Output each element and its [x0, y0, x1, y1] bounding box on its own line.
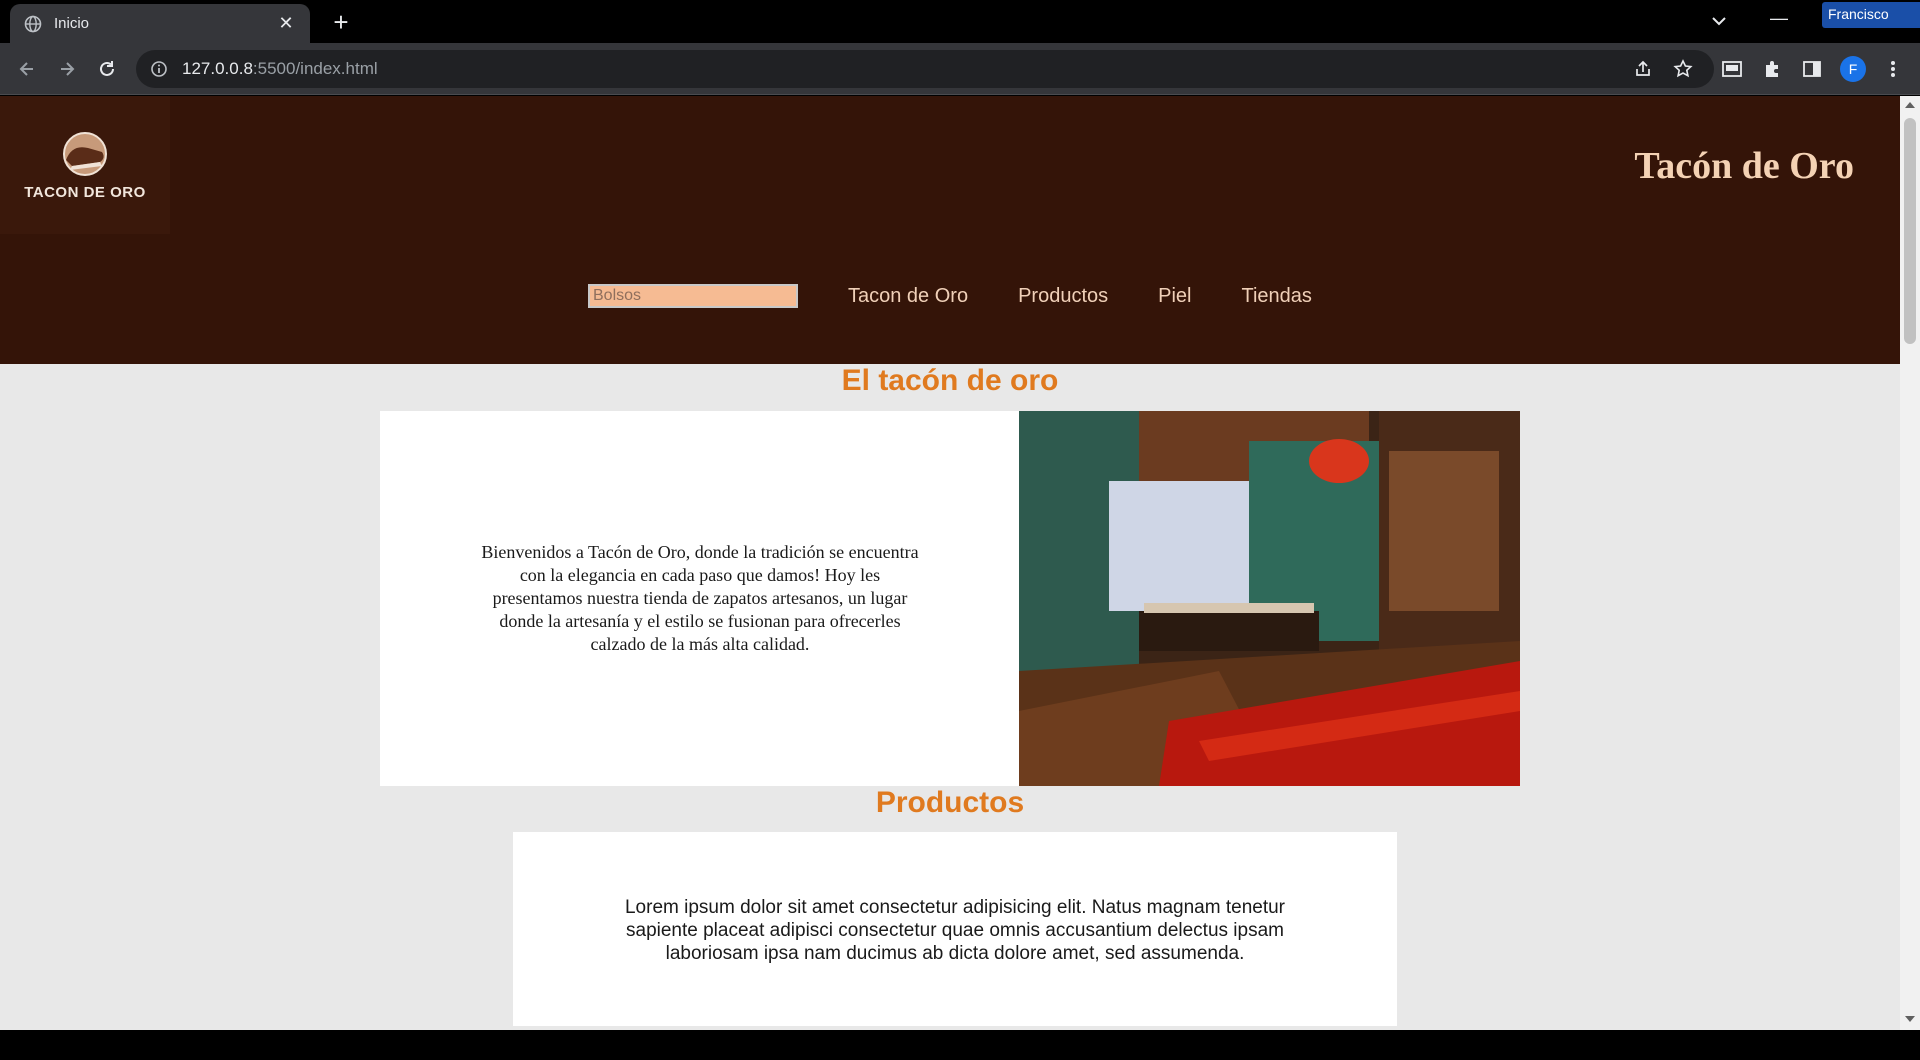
intro-text: Bienvenidos a Tacón de Oro, donde la tra… — [481, 542, 919, 654]
minimize-button[interactable]: — — [1766, 8, 1792, 29]
products-box: Lorem ipsum dolor sit amet consectetur a… — [513, 832, 1397, 1026]
reload-button[interactable] — [94, 56, 120, 82]
page-scrollbar[interactable] — [1900, 96, 1920, 1030]
shoe-logo-icon — [63, 131, 107, 176]
tab-title: Inicio — [54, 15, 90, 32]
reload-icon — [100, 61, 114, 76]
picture-in-picture-icon — [1722, 61, 1742, 77]
puzzle-icon — [1766, 61, 1778, 77]
more-vert-icon — [1891, 61, 1895, 77]
address-bar[interactable]: 127.0.0.8:5500/index.html — [136, 50, 1714, 88]
new-tab-button[interactable]: + — [326, 8, 356, 36]
menu-button[interactable] — [1880, 56, 1906, 82]
chevron-down-icon[interactable] — [1706, 8, 1732, 34]
forward-button[interactable] — [54, 56, 80, 82]
brand-title: Tacón de Oro — [1634, 145, 1854, 187]
info-icon[interactable] — [150, 60, 168, 78]
products-text: Lorem ipsum dolor sit amet consectetur a… — [624, 897, 1286, 964]
nav-link-piel[interactable]: Piel — [1158, 285, 1191, 308]
scrollbar-thumb[interactable] — [1904, 118, 1916, 344]
share-button[interactable] — [1630, 56, 1656, 82]
profile-name[interactable]: Francisco — [1822, 2, 1920, 28]
url-path: :5500/index.html — [252, 59, 378, 78]
extensions-button[interactable] — [1759, 56, 1785, 82]
products-heading: Productos — [875, 786, 1025, 819]
nav-link-productos[interactable]: Productos — [1018, 285, 1108, 308]
side-panel-icon — [1803, 61, 1821, 77]
bookmark-button[interactable] — [1670, 56, 1696, 82]
site-header: TACON DE ORO Tacón de Oro Tacon de Oro P… — [0, 96, 1900, 364]
main-nav: Tacon de Oro Productos Piel Tiendas — [588, 284, 1312, 308]
search-input[interactable] — [588, 284, 798, 308]
share-icon — [1636, 60, 1650, 76]
globe-icon — [24, 15, 42, 32]
arrow-right-icon — [61, 62, 75, 76]
arrow-left-icon — [19, 62, 33, 76]
back-button[interactable] — [14, 56, 40, 82]
scroll-down-arrow-icon[interactable] — [1905, 1016, 1915, 1022]
nav-link-tacon-de-oro[interactable]: Tacon de Oro — [848, 285, 968, 308]
intro-box: Bienvenidos a Tacón de Oro, donde la tra… — [380, 411, 1020, 786]
nav-link-tiendas[interactable]: Tiendas — [1242, 285, 1312, 308]
scroll-up-arrow-icon[interactable] — [1905, 102, 1915, 108]
browser-toolbar: 127.0.0.8:5500/index.html F — [0, 43, 1920, 95]
close-tab-icon[interactable]: ✕ — [276, 13, 296, 34]
browser-tab[interactable]: Inicio ✕ — [10, 4, 310, 43]
url-host: 127.0.0.8 — [182, 59, 253, 78]
browser-tab-bar: Inicio ✕ + — Francisco — [0, 0, 1920, 43]
profile-avatar[interactable]: F — [1840, 56, 1866, 82]
star-icon — [1673, 59, 1693, 78]
intro-heading: El tacón de oro — [841, 364, 1059, 397]
site-logo[interactable]: TACON DE ORO — [0, 96, 170, 234]
page-viewport: TACON DE ORO Tacón de Oro Tacon de Oro P… — [0, 96, 1900, 1030]
logo-text: TACON DE ORO — [24, 183, 146, 201]
cast-button[interactable] — [1719, 56, 1745, 82]
side-panel-button[interactable] — [1799, 56, 1825, 82]
store-photo — [1019, 411, 1520, 786]
